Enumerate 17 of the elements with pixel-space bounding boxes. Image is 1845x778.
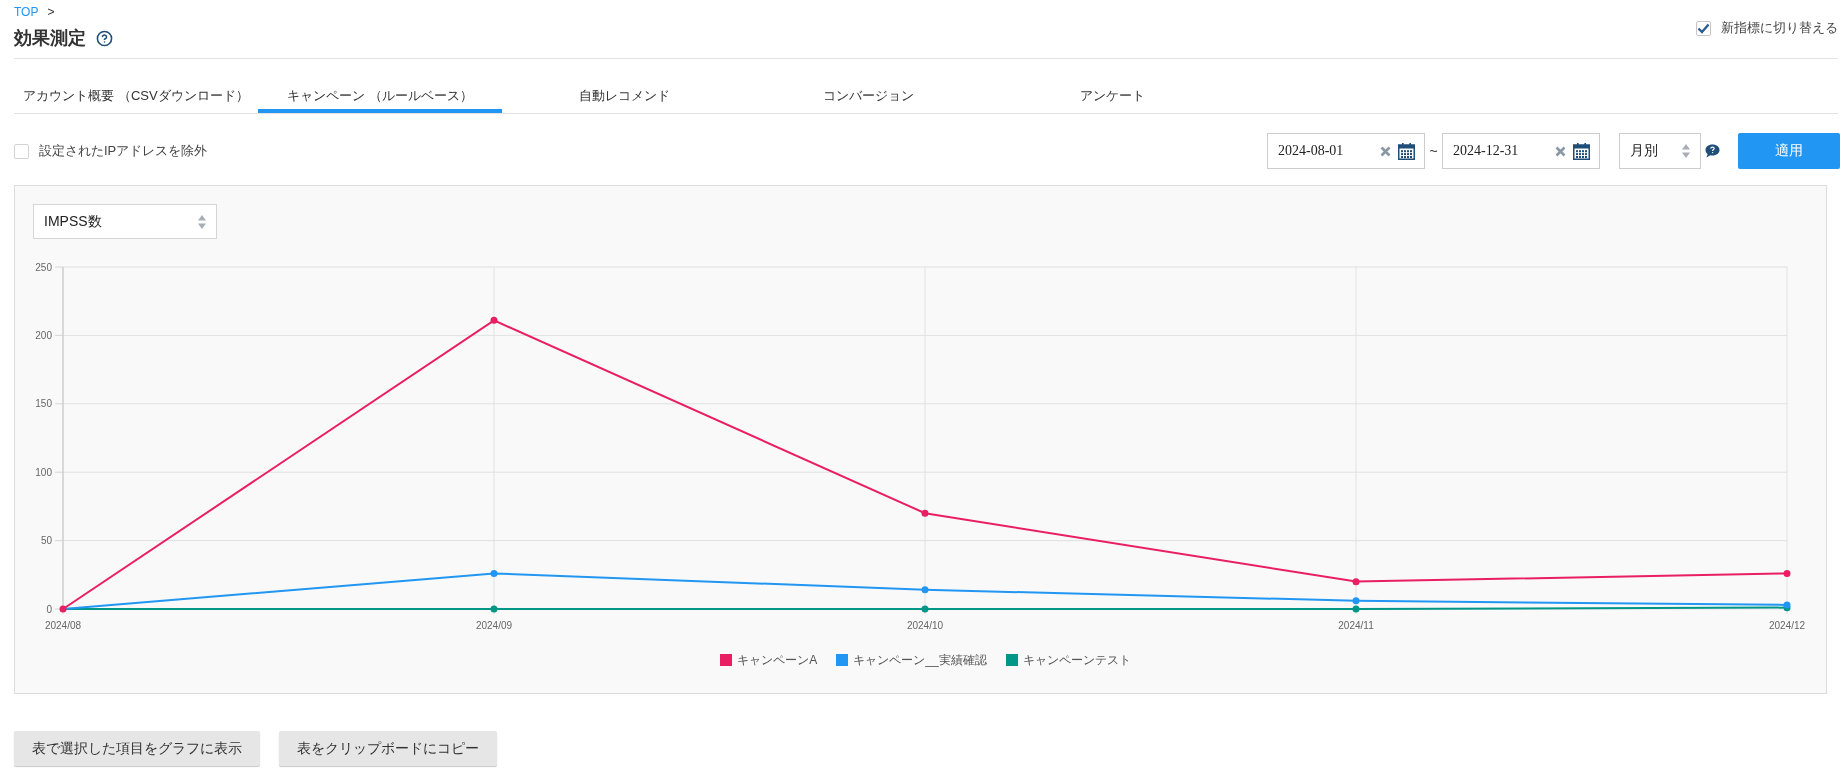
y-axis-label: 200 xyxy=(35,329,52,341)
y-axis-label: 250 xyxy=(35,261,52,273)
page-title: 効果測定 xyxy=(14,27,86,50)
x-axis-label: 2024/11 xyxy=(1338,620,1374,631)
y-axis-label: 0 xyxy=(46,603,52,615)
legend-label: キャンペーンテスト xyxy=(1022,652,1131,668)
x-axis-label: 2024/09 xyxy=(475,620,513,631)
range-separator: ~ xyxy=(1428,143,1439,159)
legend-label: キャンペーン__実績確認 xyxy=(853,652,987,668)
x-axis-label: 2024/12 xyxy=(1768,620,1806,631)
x-axis-label: 2024/08 xyxy=(44,620,82,631)
y-axis-label: 100 xyxy=(35,466,52,478)
legend-label: キャンペーンA xyxy=(737,652,818,668)
x-axis-label: 2024/10 xyxy=(906,620,944,631)
y-axis-label: 50 xyxy=(40,535,52,547)
breadcrumb-separator: > xyxy=(47,5,55,19)
y-axis-label: 150 xyxy=(35,398,52,410)
